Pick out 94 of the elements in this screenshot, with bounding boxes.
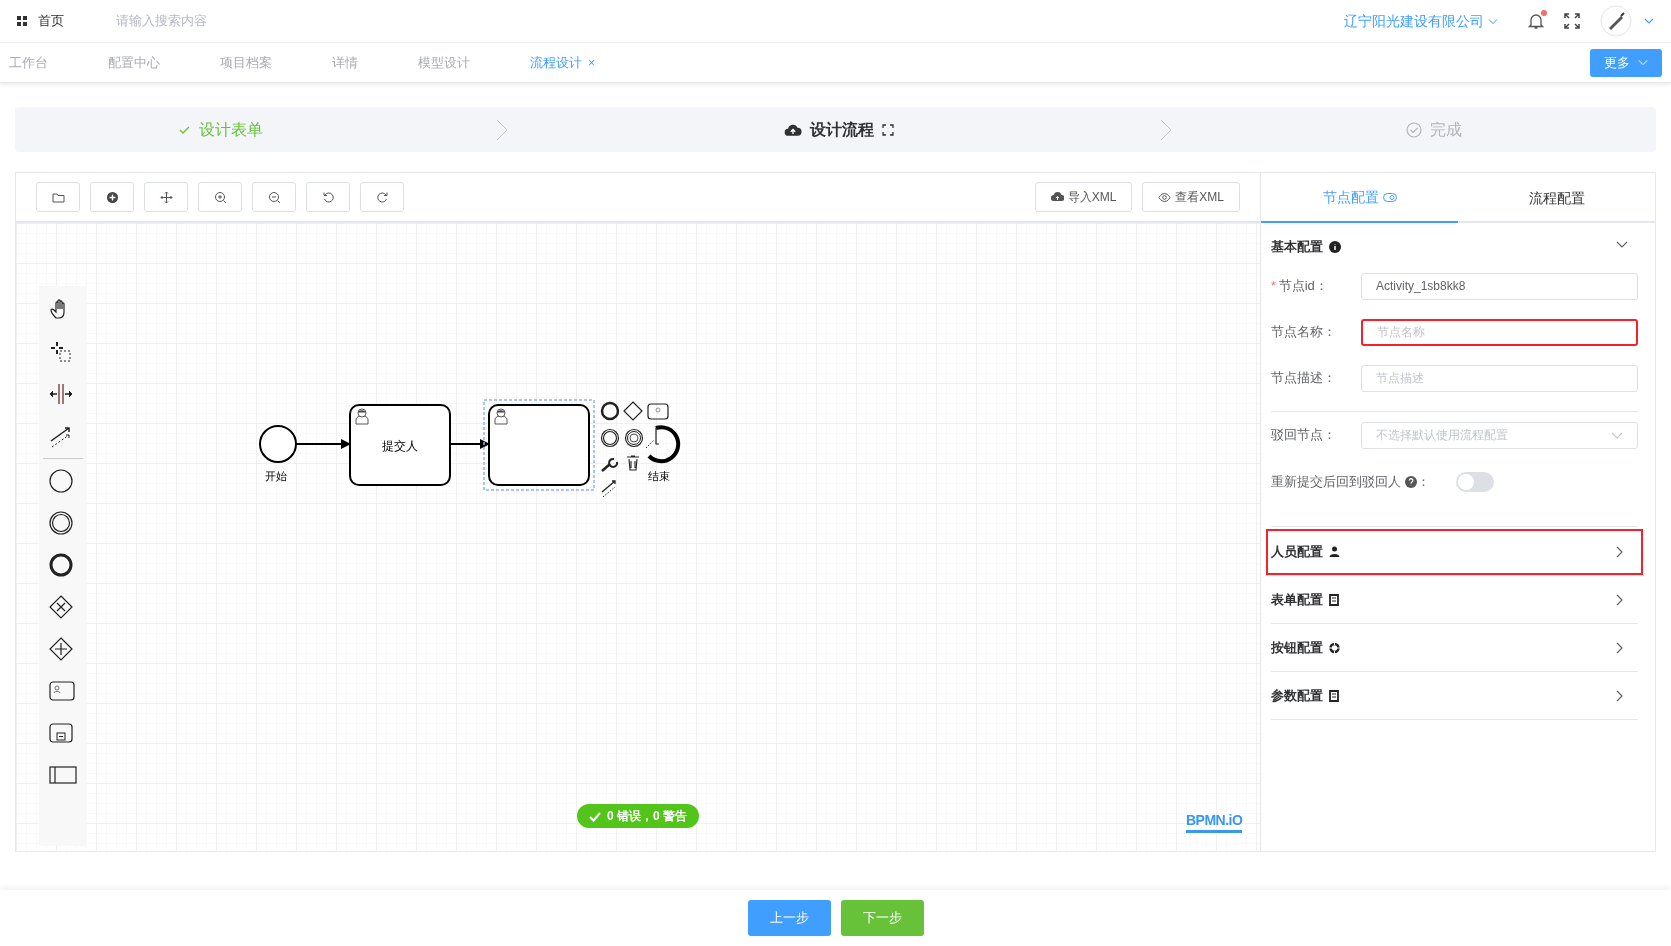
sequence-flow-arrow[interactable]: [449, 439, 490, 449]
chevron-icon: [1616, 545, 1624, 558]
task-label: 提交人: [382, 439, 418, 453]
field-label: ：: [1417, 473, 1430, 492]
step-label: 完成: [1430, 119, 1462, 140]
move-icon: [159, 190, 173, 204]
zoom-in-button[interactable]: [198, 182, 242, 212]
field-label: 重新提交后回到驳回人: [1271, 473, 1401, 492]
search-field[interactable]: 请输入搜索内容: [116, 11, 416, 31]
node-label: 开始: [265, 470, 287, 482]
section-row[interactable]: 参数配置: [1271, 672, 1638, 720]
step-label: 设计流程: [810, 119, 874, 140]
bell-icon[interactable]: [1528, 12, 1544, 30]
tab[interactable]: 配置中心: [78, 42, 190, 83]
intermediate-event-icon[interactable]: [600, 428, 620, 448]
node-label: 结束: [648, 470, 670, 482]
step-button[interactable]: 下一步: [840, 900, 924, 936]
tab[interactable]: 工作台: [0, 42, 78, 83]
end-event[interactable]: [647, 425, 681, 464]
section-title: 基本配置: [1271, 238, 1323, 257]
check-icon: [589, 810, 601, 822]
chevron-icon: [1160, 118, 1172, 141]
panel-tab[interactable]: 节点配置: [1261, 173, 1458, 223]
timer-event-icon[interactable]: [624, 428, 644, 448]
section-row[interactable]: 表单配置: [1271, 576, 1638, 624]
pool-icon[interactable]: [49, 763, 77, 787]
input-field[interactable]: 节点名称: [1361, 318, 1638, 346]
caret-icon: [1638, 59, 1648, 66]
add-icon: [105, 190, 119, 204]
undo-icon: [321, 190, 335, 204]
chevron-icon: [496, 118, 508, 141]
input-field[interactable]: Activity_1sb8kk8: [1361, 272, 1638, 300]
close-button[interactable]: ×: [588, 53, 615, 72]
document-icon: [1329, 689, 1340, 702]
folder-icon: [51, 190, 65, 204]
zoom-out-icon: [267, 190, 281, 204]
avatar-icon[interactable]: [1600, 5, 1632, 37]
more-button[interactable]: 更多: [1590, 48, 1662, 77]
section-title: 表单配置: [1271, 590, 1323, 609]
eye-icon: [1158, 190, 1172, 204]
field-label: 节点id：: [1278, 277, 1328, 296]
grid-icon[interactable]: [17, 16, 27, 26]
help-icon: [1405, 476, 1417, 488]
tab[interactable]: 详情: [302, 42, 388, 83]
import-button[interactable]: 导入XML: [1034, 182, 1133, 212]
section-title: 按钮配置: [1271, 638, 1323, 657]
field-label: 驳回节点：: [1271, 426, 1336, 445]
redo-icon: [375, 190, 389, 204]
sequence-flow-arrow[interactable]: [295, 439, 351, 449]
create-button[interactable]: [90, 182, 134, 212]
info-icon: [1329, 241, 1341, 253]
cloud-upload-icon: [1050, 190, 1064, 204]
trash-icon[interactable]: [626, 455, 640, 471]
task-icon[interactable]: [49, 679, 77, 703]
field-label: 节点描述：: [1271, 369, 1336, 388]
caret-icon[interactable]: [1644, 18, 1654, 24]
section-title: 人员配置: [1271, 542, 1323, 561]
zoom-in-icon: [213, 190, 227, 204]
tab[interactable]: 项目档案: [190, 42, 302, 83]
caret-icon: [1611, 431, 1623, 439]
section-title: 参数配置: [1271, 686, 1323, 705]
toggle-switch[interactable]: [1456, 472, 1494, 492]
chevron-icon: [1616, 593, 1624, 606]
step-label: 设计表单: [199, 119, 263, 140]
user-task[interactable]: [349, 404, 451, 486]
company-dropdown[interactable]: 辽宁阳光建设有限公司: [1344, 10, 1498, 32]
caret-icon: [1488, 17, 1498, 25]
tab[interactable]: 流程设计: [500, 42, 588, 83]
start-event[interactable]: [259, 425, 297, 463]
gateway-icon[interactable]: [623, 401, 643, 421]
step-button[interactable]: 上一步: [747, 900, 831, 936]
bpmn-logo-link[interactable]: BPMN.iO: [1186, 810, 1243, 833]
connect-icon[interactable]: [601, 480, 616, 498]
annotation-icon[interactable]: [645, 427, 660, 449]
event-icon[interactable]: [600, 401, 620, 421]
task-icon[interactable]: [647, 403, 669, 420]
lifebuoy-icon: [1329, 641, 1340, 654]
person-icon: [1329, 545, 1340, 558]
fullscreen-icon[interactable]: [1564, 13, 1580, 29]
toggle-icon: [1382, 192, 1397, 202]
validation-badge: 0 错误，0 警告: [577, 804, 699, 828]
document-icon: [1329, 593, 1340, 606]
chevron-icon: [1616, 641, 1624, 654]
chevron-icon: [1616, 689, 1624, 702]
home-link[interactable]: 首页: [38, 11, 64, 31]
expand-icon[interactable]: [882, 123, 894, 136]
view-button[interactable]: 查看XML: [1142, 182, 1240, 212]
section-row[interactable]: 人员配置: [1265, 528, 1644, 576]
field-label: 节点名称：: [1271, 323, 1336, 342]
panel-tab[interactable]: 流程配置: [1458, 173, 1655, 223]
tab[interactable]: 模型设计: [388, 42, 500, 83]
wrench-icon[interactable]: [601, 457, 619, 472]
section-row[interactable]: 按钮配置: [1271, 624, 1638, 672]
required-mark: *: [1271, 278, 1276, 295]
